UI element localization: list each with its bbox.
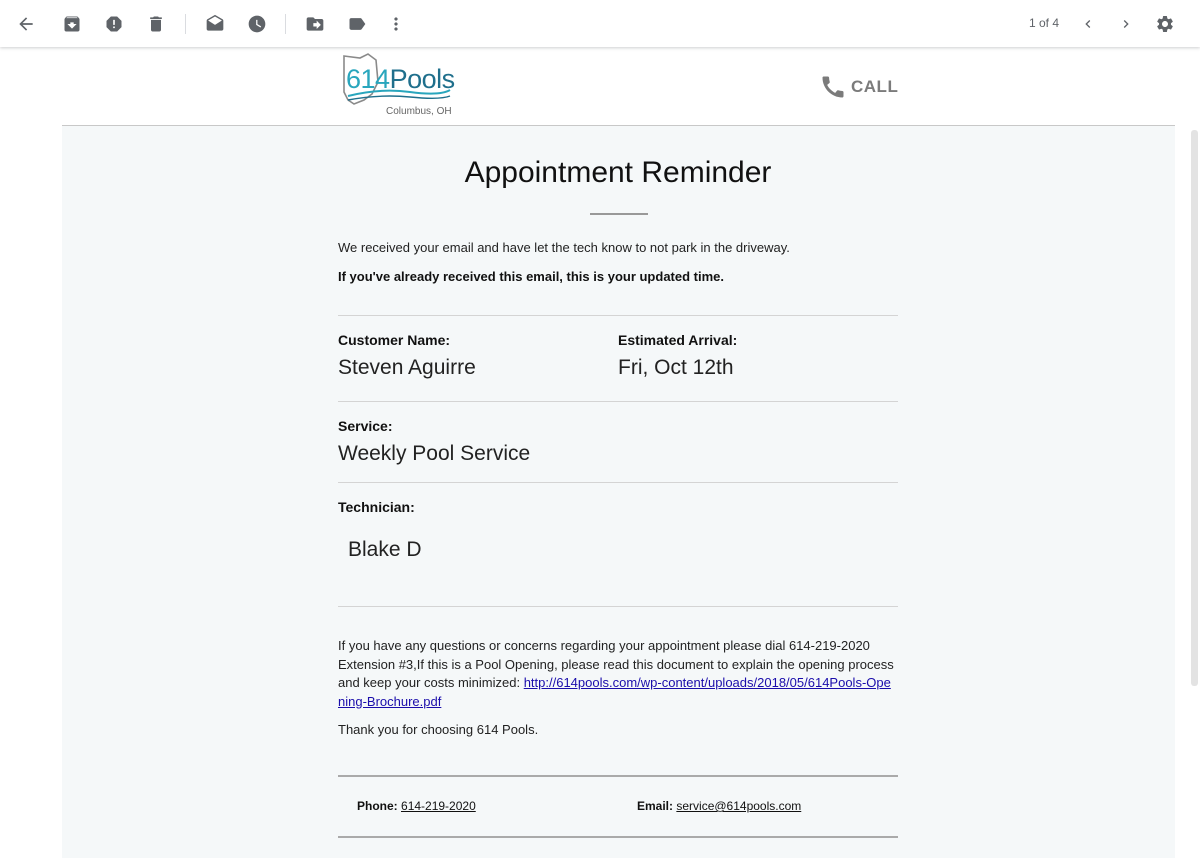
mark-unread-icon[interactable] (203, 12, 227, 36)
service-label: Service: (338, 418, 393, 434)
title-divider (590, 213, 648, 215)
toolbar-divider (185, 14, 186, 34)
section-divider (338, 482, 898, 483)
footer-bottom-rule (338, 836, 898, 838)
notice-text: If you've already received this email, t… (338, 269, 725, 284)
snooze-icon[interactable] (245, 12, 269, 36)
logo-wordmark: 614Pools (346, 64, 455, 94)
arrival-label: Estimated Arrival: (618, 332, 738, 348)
email-toolbar: 1 of 4 (0, 0, 1200, 47)
section-divider (338, 401, 898, 402)
thanks-text: Thank you for choosing 614 Pools. (338, 722, 539, 737)
prev-icon[interactable] (1076, 12, 1100, 36)
intro-text: We received your email and have let the … (338, 240, 790, 255)
customer-name-value: Steven Aguirre (338, 356, 476, 379)
archive-icon[interactable] (60, 12, 84, 36)
footer-top-rule (338, 775, 898, 777)
phone-icon (822, 76, 844, 98)
614pools-logo[interactable]: 614Pools Columbus, OH (340, 52, 460, 117)
logo-city: Columbus, OH (386, 106, 452, 117)
toolbar-divider (285, 14, 286, 34)
arrival-value: Fri, Oct 12th (618, 356, 734, 379)
phone-label: Phone: (357, 799, 398, 813)
email-content: Appointment Reminder We received your em… (338, 126, 898, 858)
pagination-count: 1 of 4 (1028, 16, 1060, 30)
settings-icon[interactable] (1153, 12, 1177, 36)
service-value: Weekly Pool Service (338, 442, 531, 465)
back-icon[interactable] (14, 12, 38, 36)
technician-value: Blake D (348, 538, 422, 561)
footer-email: Email: service@614pools.com (637, 799, 801, 813)
call-button[interactable]: CALL (819, 73, 898, 101)
email-link[interactable]: service@614pools.com (676, 799, 801, 813)
email-brand-header: 614Pools Columbus, OH CALL (62, 47, 1175, 126)
email-label: Email: (637, 799, 674, 813)
scrollbar[interactable] (1191, 130, 1198, 686)
section-divider (338, 315, 898, 316)
next-icon[interactable] (1114, 12, 1138, 36)
report-spam-icon[interactable] (102, 12, 126, 36)
move-to-icon[interactable] (303, 12, 327, 36)
footer-phone: Phone: 614-219-2020 (357, 799, 476, 813)
delete-icon[interactable] (144, 12, 168, 36)
email-body: Appointment Reminder We received your em… (62, 126, 1175, 858)
customer-name-label: Customer Name: (338, 332, 451, 348)
questions-paragraph: If you have any questions or concerns re… (338, 637, 898, 711)
call-label: CALL (851, 77, 899, 96)
phone-link[interactable]: 614-219-2020 (401, 799, 476, 813)
labels-icon[interactable] (345, 12, 369, 36)
technician-label: Technician: (338, 499, 415, 515)
more-icon[interactable] (384, 12, 408, 36)
email-title: Appointment Reminder (464, 156, 772, 189)
section-divider (338, 606, 898, 607)
